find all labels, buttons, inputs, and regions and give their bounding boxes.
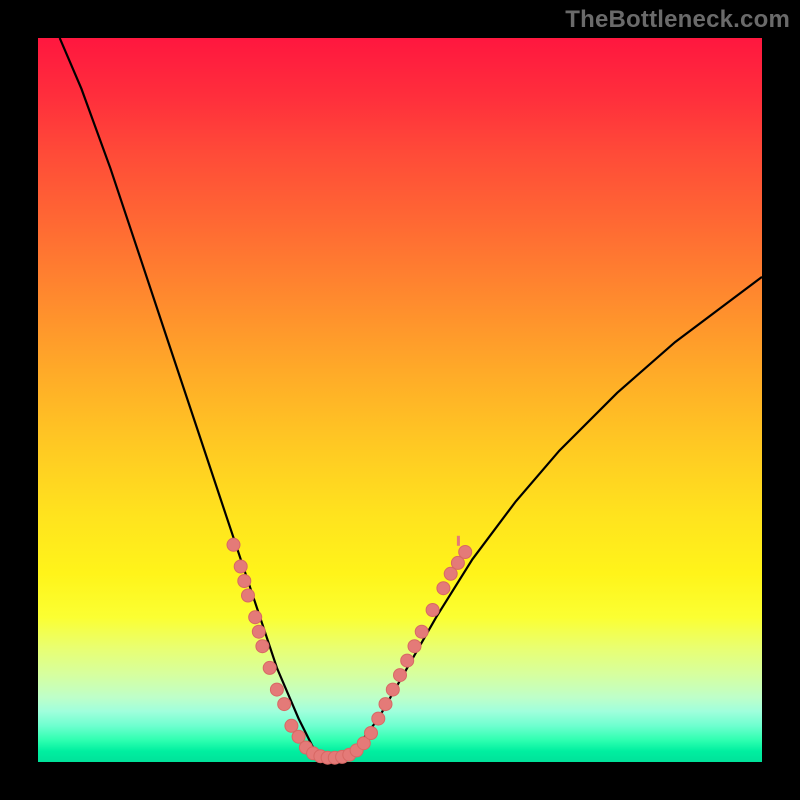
marker-dot [278, 698, 291, 711]
marker-dot [426, 604, 439, 617]
markers-group [227, 538, 472, 764]
small-tick [457, 536, 460, 546]
marker-dot [252, 625, 265, 638]
marker-dot [256, 640, 269, 653]
marker-dot [401, 654, 414, 667]
marker-dot [227, 538, 240, 551]
marker-dot [263, 661, 276, 674]
marker-dot [437, 582, 450, 595]
marker-dot [365, 727, 378, 740]
marker-dot [238, 575, 251, 588]
marker-dot [386, 683, 399, 696]
chart-svg [38, 38, 762, 762]
watermark-text: TheBottleneck.com [565, 6, 790, 34]
marker-dot [249, 611, 262, 624]
marker-dot [270, 683, 283, 696]
marker-dot [234, 560, 247, 573]
marker-dot [415, 625, 428, 638]
plot-area [38, 38, 762, 762]
marker-dot [372, 712, 385, 725]
marker-dot [379, 698, 392, 711]
small-mark [457, 536, 460, 546]
marker-dot [394, 669, 407, 682]
marker-dot [408, 640, 421, 653]
chart-frame: TheBottleneck.com [0, 0, 800, 800]
marker-dot [242, 589, 255, 602]
marker-dot [459, 546, 472, 559]
